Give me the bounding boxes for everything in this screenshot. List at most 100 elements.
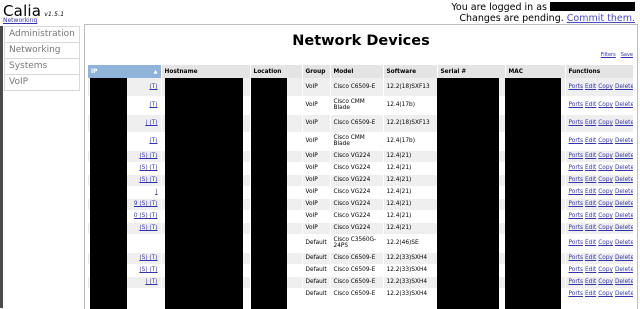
ports-link[interactable]: Ports bbox=[569, 279, 584, 285]
edit-link[interactable]: Edit bbox=[585, 213, 596, 219]
copy-link[interactable]: Copy bbox=[598, 165, 613, 171]
ports-link[interactable]: Ports bbox=[569, 165, 584, 171]
delete-link[interactable]: Delete bbox=[615, 225, 632, 231]
edit-link[interactable]: Edit bbox=[585, 291, 596, 297]
ip-tags-link[interactable]: (S) (T) bbox=[139, 177, 157, 183]
edit-link[interactable]: Edit bbox=[585, 177, 596, 183]
edit-link[interactable]: Edit bbox=[585, 102, 596, 108]
ip-tags-link[interactable]: (T) bbox=[149, 84, 157, 90]
save-link[interactable]: Save bbox=[621, 52, 633, 58]
sidebar-item-networking[interactable]: Networking bbox=[4, 43, 80, 59]
ip-tags-link[interactable]: (T) bbox=[149, 138, 157, 144]
ports-link[interactable]: Ports bbox=[569, 138, 584, 144]
ports-link[interactable]: Ports bbox=[569, 84, 584, 90]
edit-link[interactable]: Edit bbox=[585, 153, 596, 159]
delete-link[interactable]: Delete bbox=[615, 255, 632, 261]
delete-link[interactable]: Delete bbox=[615, 120, 632, 126]
column-header-group[interactable]: Group bbox=[302, 65, 331, 78]
sort-ascending-icon[interactable]: ▲ bbox=[154, 69, 158, 75]
edit-link[interactable]: Edit bbox=[585, 189, 596, 195]
group-cell: VoIP bbox=[302, 78, 331, 97]
ip-tags-link[interactable]: (T) bbox=[149, 102, 157, 108]
delete-link[interactable]: Delete bbox=[615, 177, 632, 183]
ip-tags-link[interactable]: ) (T) bbox=[145, 279, 157, 285]
ports-link[interactable]: Ports bbox=[569, 189, 584, 195]
ip-tags-link[interactable]: 9 (S) (T) bbox=[134, 201, 158, 207]
delete-link[interactable]: Delete bbox=[615, 240, 632, 246]
copy-link[interactable]: Copy bbox=[598, 102, 613, 108]
delete-link[interactable]: Delete bbox=[615, 213, 632, 219]
delete-link[interactable]: Delete bbox=[615, 291, 632, 297]
column-header-hostname[interactable]: Hostname bbox=[161, 65, 251, 78]
copy-link[interactable]: Copy bbox=[598, 201, 613, 207]
delete-link[interactable]: Delete bbox=[615, 201, 632, 207]
copy-link[interactable]: Copy bbox=[598, 213, 613, 219]
ports-link[interactable]: Ports bbox=[569, 102, 584, 108]
copy-link[interactable]: Copy bbox=[598, 189, 613, 195]
group-cell: VoIP bbox=[302, 174, 331, 187]
delete-link[interactable]: Delete bbox=[615, 267, 632, 273]
functions-cell: Ports Edit Copy Delete bbox=[565, 162, 634, 175]
copy-link[interactable]: Copy bbox=[598, 120, 613, 126]
copy-link[interactable]: Copy bbox=[598, 291, 613, 297]
sidebar-item-administration[interactable]: Administration bbox=[4, 26, 80, 43]
ip-tags-link[interactable]: ) bbox=[155, 189, 157, 195]
delete-link[interactable]: Delete bbox=[615, 138, 632, 144]
column-header-serial[interactable]: Serial # bbox=[437, 65, 506, 78]
ports-link[interactable]: Ports bbox=[569, 153, 584, 159]
ports-link[interactable]: Ports bbox=[569, 177, 584, 183]
column-header-ip[interactable]: IP ▲ bbox=[88, 65, 162, 78]
edit-link[interactable]: Edit bbox=[585, 279, 596, 285]
delete-link[interactable]: Delete bbox=[615, 165, 632, 171]
copy-link[interactable]: Copy bbox=[598, 138, 613, 144]
commit-link[interactable]: Commit them. bbox=[567, 13, 635, 24]
ip-tags-link[interactable]: (S) (T) bbox=[139, 255, 157, 261]
filters-link[interactable]: Filters bbox=[601, 52, 616, 58]
ip-tags-link[interactable]: (S) (T) bbox=[139, 267, 157, 273]
column-header-model[interactable]: Model bbox=[330, 65, 384, 78]
ip-tags-link[interactable]: (S) (T) bbox=[139, 153, 157, 159]
copy-link[interactable]: Copy bbox=[598, 255, 613, 261]
delete-link[interactable]: Delete bbox=[615, 279, 632, 285]
delete-link[interactable]: Delete bbox=[615, 102, 632, 108]
edit-link[interactable]: Edit bbox=[585, 225, 596, 231]
copy-link[interactable]: Copy bbox=[598, 279, 613, 285]
ports-link[interactable]: Ports bbox=[569, 291, 584, 297]
edit-link[interactable]: Edit bbox=[585, 138, 596, 144]
delete-link[interactable]: Delete bbox=[615, 84, 632, 90]
column-header-mac[interactable]: MAC bbox=[505, 65, 566, 78]
delete-link[interactable]: Delete bbox=[615, 153, 632, 159]
group-cell: VoIP bbox=[302, 210, 331, 223]
edit-link[interactable]: Edit bbox=[585, 267, 596, 273]
ip-tags-link[interactable]: (S) (T) bbox=[139, 165, 157, 171]
ip-tags-link[interactable]: 0 (S) (T) bbox=[134, 213, 158, 219]
ip-tags-link[interactable]: (S) (T) bbox=[139, 225, 157, 231]
copy-link[interactable]: Copy bbox=[598, 177, 613, 183]
edit-link[interactable]: Edit bbox=[585, 120, 596, 126]
column-header-software[interactable]: Software bbox=[383, 65, 438, 78]
ports-link[interactable]: Ports bbox=[569, 213, 584, 219]
column-header-location[interactable]: Location bbox=[250, 65, 303, 78]
sidebar-item-voip[interactable]: VoIP bbox=[4, 75, 80, 91]
copy-link[interactable]: Copy bbox=[598, 240, 613, 246]
copy-link[interactable]: Copy bbox=[598, 225, 613, 231]
copy-link[interactable]: Copy bbox=[598, 267, 613, 273]
copy-link[interactable]: Copy bbox=[598, 84, 613, 90]
ports-link[interactable]: Ports bbox=[569, 267, 584, 273]
delete-link[interactable]: Delete bbox=[615, 189, 632, 195]
sidebar-item-systems[interactable]: Systems bbox=[4, 59, 80, 75]
ports-link[interactable]: Ports bbox=[569, 255, 584, 261]
edit-link[interactable]: Edit bbox=[585, 255, 596, 261]
column-header-functions[interactable]: Functions bbox=[565, 65, 634, 78]
breadcrumb-networking-link[interactable]: Networking bbox=[3, 17, 37, 24]
ports-link[interactable]: Ports bbox=[569, 225, 584, 231]
ports-link[interactable]: Ports bbox=[569, 201, 584, 207]
ports-link[interactable]: Ports bbox=[569, 240, 584, 246]
copy-link[interactable]: Copy bbox=[598, 153, 613, 159]
edit-link[interactable]: Edit bbox=[585, 84, 596, 90]
edit-link[interactable]: Edit bbox=[585, 201, 596, 207]
edit-link[interactable]: Edit bbox=[585, 165, 596, 171]
ip-tags-link[interactable]: ) (T) bbox=[145, 120, 157, 126]
ports-link[interactable]: Ports bbox=[569, 120, 584, 126]
edit-link[interactable]: Edit bbox=[585, 240, 596, 246]
